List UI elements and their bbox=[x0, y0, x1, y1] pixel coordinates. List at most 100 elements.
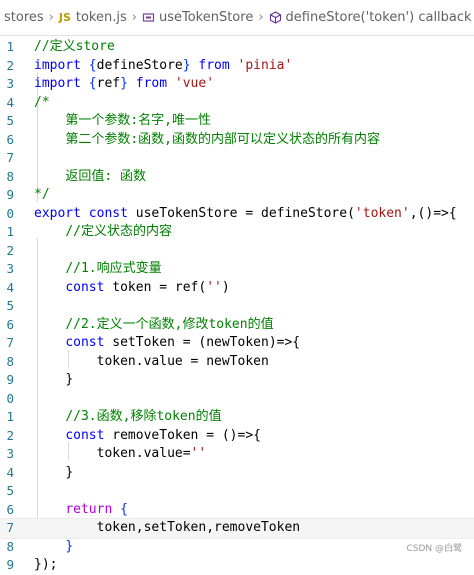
code-token: from bbox=[198, 57, 230, 73]
line-number: 9 bbox=[6, 187, 14, 202]
code-line[interactable]: 8 token.value = newToken bbox=[0, 353, 474, 372]
code-text: import {ref} from 'vue' bbox=[34, 75, 214, 94]
chevron-right-icon: › bbox=[48, 10, 54, 25]
breadcrumb-item-callback[interactable]: defineStore('token') callback bbox=[286, 10, 472, 25]
code-text: 第二个参数:函数,函数的内部可以定义状态的所有内容 bbox=[34, 131, 380, 150]
code-token: } bbox=[65, 538, 74, 554]
code-line[interactable]: 3 token.value='' bbox=[0, 445, 474, 464]
code-token: { bbox=[120, 501, 128, 517]
code-line[interactable]: 1 //定义store bbox=[0, 38, 474, 57]
code-line[interactable]: 5 bbox=[0, 297, 474, 316]
code-token: defineStore bbox=[96, 57, 183, 73]
code-line[interactable]: 4 const token = ref('') bbox=[0, 279, 474, 298]
line-number: 5 bbox=[6, 113, 14, 128]
code-line[interactable]: 3 //1.响应式变量 bbox=[0, 260, 474, 279]
line-number: 1 bbox=[6, 409, 14, 424]
line-number: 4 bbox=[6, 464, 14, 480]
line-number: 4 bbox=[6, 94, 14, 110]
code-line[interactable]: 9}); bbox=[0, 556, 474, 575]
code-token: //1.响应式变量 bbox=[65, 261, 162, 276]
code-token: 'vue' bbox=[174, 76, 215, 91]
code-text: } bbox=[34, 464, 73, 483]
code-token: removeToken = ()=>{ bbox=[104, 427, 261, 443]
code-token: 'token' bbox=[354, 205, 410, 221]
code-token: return bbox=[65, 501, 113, 517]
code-token: } bbox=[182, 57, 191, 73]
code-token: token = ref( bbox=[104, 279, 207, 295]
chevron-right-icon: › bbox=[258, 10, 264, 25]
chevron-right-icon: › bbox=[131, 10, 137, 25]
code-token: { bbox=[88, 57, 97, 73]
code-line[interactable]: 4 /* bbox=[0, 94, 474, 113]
code-token: const bbox=[65, 427, 105, 443]
code-token: setToken = (newToken)=>{ bbox=[104, 335, 301, 350]
code-text: } bbox=[34, 538, 73, 557]
line-number: 5 bbox=[6, 298, 14, 313]
code-text: //1.响应式变量 bbox=[34, 260, 162, 279]
line-number: 3 bbox=[6, 446, 14, 461]
code-line[interactable]: 2 bbox=[0, 242, 474, 261]
code-text: */ bbox=[34, 186, 50, 205]
code-token: '' bbox=[206, 279, 222, 295]
variable-symbol-icon bbox=[142, 11, 155, 24]
code-line[interactable]: 6 return { bbox=[0, 501, 474, 520]
code-text: //定义状态的内容 bbox=[34, 223, 172, 242]
line-number: 2 bbox=[6, 57, 14, 73]
code-text: export const useTokenStore = defineStore… bbox=[34, 205, 457, 224]
code-line[interactable]: 0 export const useTokenStore = defineStor… bbox=[0, 205, 474, 224]
code-line[interactable]: 3 import {ref} from 'vue' bbox=[0, 75, 474, 94]
code-text: const token = ref('') bbox=[34, 279, 229, 298]
code-token: token.value = newToken bbox=[96, 353, 269, 369]
code-token: export bbox=[34, 205, 81, 221]
breadcrumb-item-stores[interactable]: stores bbox=[4, 10, 44, 25]
line-number: 9 bbox=[6, 557, 14, 572]
code-token: ,()=>{ bbox=[409, 205, 457, 221]
code-line[interactable]: 9 } bbox=[0, 371, 474, 390]
code-text: token.value='' bbox=[34, 445, 207, 464]
breadcrumb-item-file[interactable]: token.js bbox=[76, 10, 127, 25]
code-line[interactable]: 7 const setToken = (newToken)=>{ bbox=[0, 334, 474, 353]
code-token: ref bbox=[96, 76, 121, 91]
code-token: 第二个参数:函数,函数的内部可以定义状态的所有内容 bbox=[65, 131, 380, 147]
code-line[interactable]: 5 第一个参数:名字,唯一性 bbox=[0, 112, 474, 131]
code-text: 第一个参数:名字,唯一性 bbox=[34, 112, 211, 131]
code-text: token,setToken,removeToken bbox=[34, 519, 301, 538]
code-line[interactable]: 8 } bbox=[0, 538, 474, 557]
code-text: token.value = newToken bbox=[34, 353, 269, 372]
code-token: from bbox=[135, 76, 168, 91]
code-text: import {defineStore} from 'pinia' bbox=[34, 57, 292, 76]
code-editor[interactable]: 1//定义store 2 import {defineStore} from 'pi… bbox=[0, 36, 474, 572]
code-token: import bbox=[34, 76, 81, 91]
code-token: '' bbox=[190, 446, 207, 461]
breadcrumb-item-symbol[interactable]: useTokenStore bbox=[159, 10, 253, 25]
js-file-icon: JS bbox=[58, 11, 71, 24]
code-text: const removeToken = ()=>{ bbox=[34, 427, 261, 446]
code-line[interactable]: 9 */ bbox=[0, 186, 474, 205]
code-text: //3.函数,移除token的值 bbox=[34, 408, 221, 427]
code-line[interactable]: 6 //2.定义一个函数,修改token的值 bbox=[0, 316, 474, 335]
code-line[interactable]: 0 bbox=[0, 390, 474, 409]
code-line[interactable]: 7 bbox=[0, 149, 474, 168]
code-line[interactable]: 5 bbox=[0, 482, 474, 501]
code-token: { bbox=[88, 76, 97, 91]
code-token: const bbox=[88, 205, 128, 221]
code-text: const setToken = (newToken)=>{ bbox=[34, 334, 300, 353]
line-number: 7 bbox=[6, 335, 14, 350]
code-token: /* bbox=[34, 94, 50, 110]
code-token: } bbox=[65, 372, 74, 387]
line-number: 9 bbox=[6, 372, 14, 387]
code-text: }); bbox=[34, 556, 57, 575]
code-line[interactable]: 1 //3.函数,移除token的值 bbox=[0, 408, 474, 427]
code-line[interactable]: 7 token,setToken,removeToken bbox=[0, 518, 474, 539]
code-token: } bbox=[120, 76, 128, 91]
code-line[interactable]: 2 const removeToken = ()=>{ bbox=[0, 427, 474, 446]
code-line[interactable]: 8 返回值: 函数 bbox=[0, 168, 474, 187]
code-line[interactable]: 6 第二个参数:函数,函数的内部可以定义状态的所有内容 bbox=[0, 131, 474, 150]
code-line[interactable]: 4 } bbox=[0, 464, 474, 483]
line-number: 2 bbox=[6, 242, 14, 258]
code-line[interactable]: 2 import {defineStore} from 'pinia' bbox=[0, 57, 474, 76]
code-line[interactable]: 1 //定义状态的内容 bbox=[0, 223, 474, 242]
